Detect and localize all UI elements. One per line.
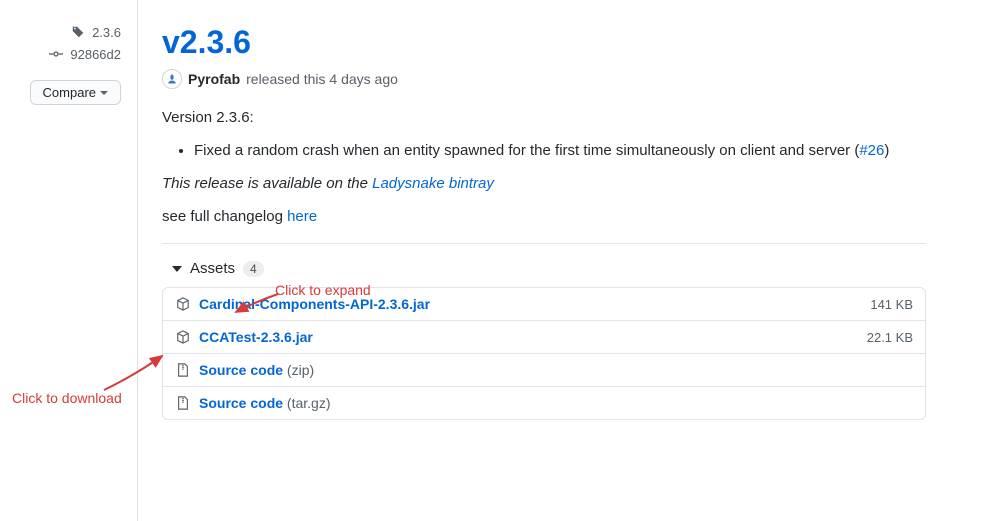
commit-icon [48, 46, 64, 62]
bintray-link[interactable]: Ladysnake bintray [372, 175, 494, 192]
zip-icon [175, 395, 191, 411]
assets-label: Assets [190, 260, 235, 277]
divider [162, 243, 926, 244]
compare-button[interactable]: Compare [30, 80, 121, 105]
asset-name[interactable]: Source code (zip) [199, 362, 314, 378]
assets-list: Cardinal-Components-API-2.3.6.jar 141 KB… [162, 287, 926, 420]
availability-line: This release is available on the Ladysna… [162, 175, 926, 192]
asset-name[interactable]: Source code (tar.gz) [199, 395, 331, 411]
changelog-link[interactable]: here [287, 208, 317, 225]
asset-name[interactable]: Cardinal-Components-API-2.3.6.jar [199, 296, 430, 312]
release-body: Version 2.3.6: Fixed a random crash when… [162, 109, 926, 420]
asset-row[interactable]: CCATest-2.3.6.jar 22.1 KB [163, 320, 925, 353]
asset-row[interactable]: Cardinal-Components-API-2.3.6.jar 141 KB [163, 288, 925, 320]
asset-name[interactable]: CCATest-2.3.6.jar [199, 329, 313, 345]
asset-row[interactable]: Source code (tar.gz) [163, 386, 925, 419]
released-text: released this 4 days ago [246, 71, 398, 87]
package-icon [175, 296, 191, 312]
commit-sha: 92866d2 [70, 47, 121, 62]
tag-text: 2.3.6 [92, 25, 121, 40]
commit-row[interactable]: 92866d2 [48, 46, 121, 62]
triangle-down-icon [172, 266, 182, 272]
issue-link[interactable]: #26 [859, 142, 884, 159]
zip-icon [175, 362, 191, 378]
release-sidebar: 2.3.6 92866d2 Compare [0, 0, 138, 521]
tag-row[interactable]: 2.3.6 [70, 24, 121, 40]
author-line: Pyrofab released this 4 days ago [162, 69, 926, 89]
author-link[interactable]: Pyrofab [188, 71, 240, 87]
package-icon [175, 329, 191, 345]
asset-row[interactable]: Source code (zip) [163, 353, 925, 386]
version-heading: Version 2.3.6: [162, 109, 926, 126]
assets-count: 4 [243, 261, 264, 277]
tag-icon [70, 24, 86, 40]
author-avatar[interactable] [162, 69, 182, 89]
release-main: v2.3.6 Pyrofab released this 4 days ago … [138, 0, 958, 444]
changelog-line: see full changelog here [162, 208, 926, 225]
asset-size: 141 KB [870, 297, 913, 312]
assets-toggle[interactable]: Assets 4 [162, 254, 264, 287]
release-title[interactable]: v2.3.6 [162, 24, 926, 61]
change-item: Fixed a random crash when an entity spaw… [194, 142, 926, 159]
caret-down-icon [100, 91, 108, 95]
compare-label: Compare [43, 85, 96, 100]
asset-size: 22.1 KB [867, 330, 913, 345]
changes-list: Fixed a random crash when an entity spaw… [162, 142, 926, 159]
